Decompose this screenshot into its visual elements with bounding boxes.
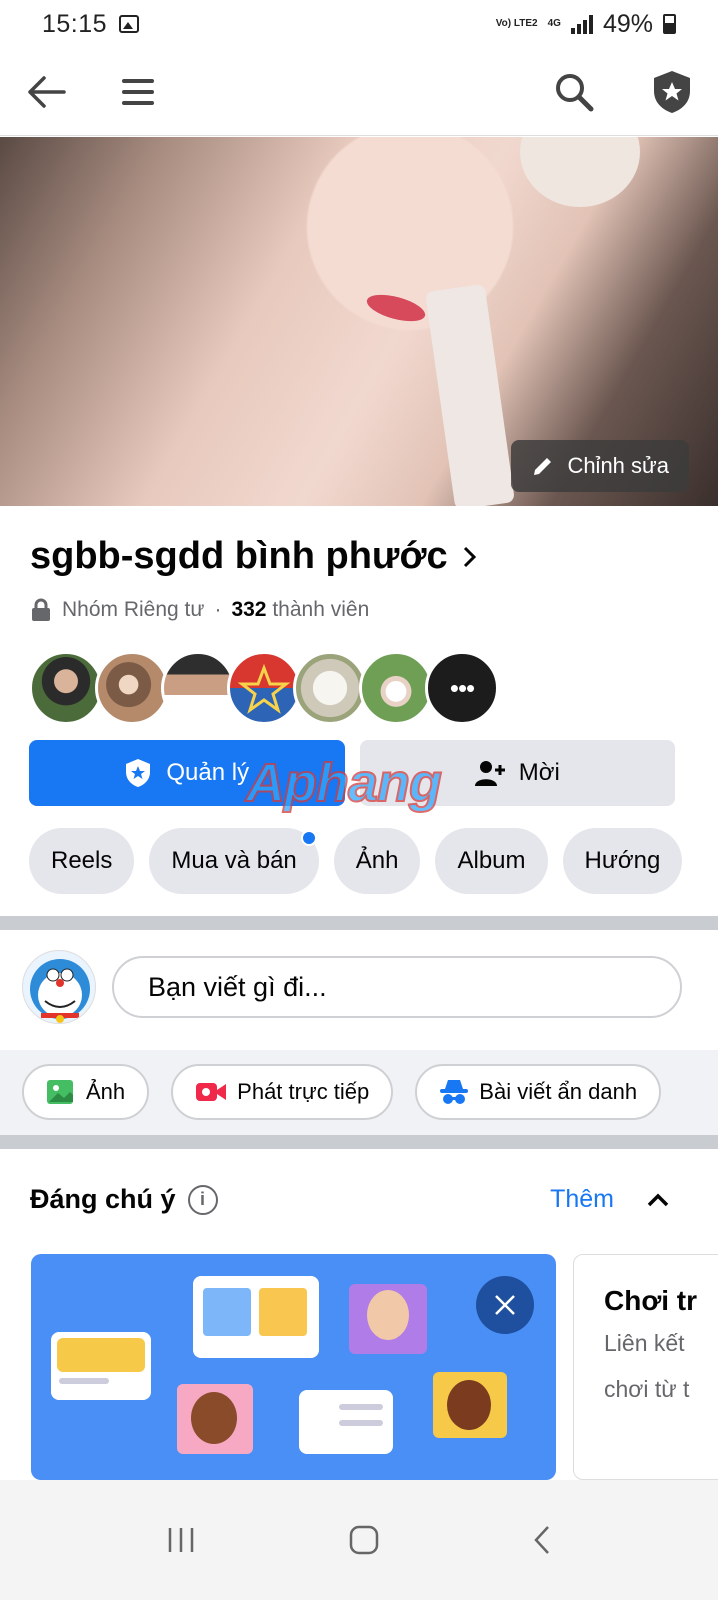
post-composer: Bạn viết gì đi... <box>22 950 682 1024</box>
image-notification-icon <box>119 15 140 33</box>
member-avatar <box>29 651 103 725</box>
home-icon[interactable] <box>348 1524 380 1556</box>
section-divider <box>0 1135 718 1149</box>
status-bar: 15:15 Vo) LTE2 4G 49% <box>0 0 718 48</box>
search-icon[interactable] <box>552 70 596 114</box>
illustration-face <box>349 1284 427 1354</box>
side-card-line1: Liên kết <box>604 1330 685 1356</box>
status-right: Vo) LTE2 4G 49% <box>496 10 676 39</box>
edit-cover-button[interactable]: Chỉnh sửa <box>511 440 689 492</box>
system-nav-bar <box>0 1480 718 1600</box>
manage-label: Quản lý <box>166 759 250 786</box>
featured-card-secondary[interactable]: Chơi tr Liên kết chơi từ t <box>573 1254 718 1480</box>
top-navigation <box>0 48 718 136</box>
add-person-icon <box>474 761 505 786</box>
signal-icon <box>570 14 593 34</box>
battery-icon <box>663 14 676 34</box>
featured-header: Đáng chú ý i Thêm <box>30 1184 670 1215</box>
post-action-bar: Ảnh Phát trực tiếp Bài viết ẩn danh <box>0 1050 718 1135</box>
section-divider <box>0 916 718 930</box>
photo-post-button[interactable]: Ảnh <box>22 1064 150 1120</box>
side-card-line2: chơi từ t <box>604 1376 690 1402</box>
network-type: 4G <box>547 18 561 29</box>
illustration-card <box>193 1276 319 1358</box>
status-time: 15:15 <box>42 9 108 38</box>
photo-icon <box>47 1080 73 1104</box>
anonymous-post-button[interactable]: Bài viết ẩn danh <box>415 1064 662 1120</box>
featured-title: Đáng chú ý <box>30 1184 176 1214</box>
featured-card[interactable] <box>31 1254 556 1480</box>
admin-shield-icon[interactable] <box>650 70 694 114</box>
privacy-label: Nhóm Riêng tư <box>62 598 205 621</box>
tab-guide[interactable]: Hướng <box>562 828 683 894</box>
member-avatars[interactable]: ••• <box>29 651 499 725</box>
lock-icon <box>32 598 50 621</box>
live-video-button[interactable]: Phát trực tiếp <box>171 1064 394 1120</box>
tab-album[interactable]: Album <box>435 828 548 894</box>
illustration-face <box>433 1372 507 1438</box>
member-avatar <box>293 651 367 725</box>
pencil-icon <box>534 458 552 475</box>
more-members-icon[interactable]: ••• <box>425 651 499 725</box>
battery-percent: 49% <box>602 9 653 38</box>
group-cover-photo[interactable]: Chỉnh sửa <box>0 137 718 506</box>
illustration-card <box>51 1332 151 1400</box>
composer-input[interactable]: Bạn viết gì đi... <box>112 956 682 1018</box>
member-avatar <box>359 651 433 725</box>
group-title[interactable]: sgbb-sgdd bình phước <box>30 535 478 578</box>
network-indicator: Vo) LTE2 <box>495 18 538 29</box>
menu-icon[interactable] <box>116 70 160 114</box>
invite-label: Mời <box>518 759 560 786</box>
shield-icon <box>126 759 151 787</box>
member-count[interactable]: 332 thành viên <box>231 598 369 622</box>
chevron-up-icon[interactable] <box>646 1192 670 1208</box>
tab-reels[interactable]: Reels <box>29 828 135 894</box>
member-avatar <box>95 651 169 725</box>
illustration-card <box>299 1390 393 1454</box>
group-meta: Nhóm Riêng tư · 332 thành viên <box>30 598 369 622</box>
meta-separator: · <box>214 598 222 621</box>
group-tabs: Reels Mua và bán Ảnh Album Hướng <box>29 828 683 894</box>
watermark-logo: Aphang <box>245 752 443 814</box>
edit-cover-label: Chỉnh sửa <box>567 453 669 478</box>
recent-apps-icon[interactable] <box>166 1525 196 1555</box>
back-arrow-icon[interactable] <box>24 70 68 114</box>
system-back-icon[interactable] <box>532 1524 552 1556</box>
close-icon[interactable] <box>476 1276 534 1334</box>
anonymous-icon <box>440 1080 469 1104</box>
info-icon[interactable]: i <box>187 1184 218 1215</box>
tab-photos[interactable]: Ảnh <box>333 828 421 894</box>
member-avatar <box>227 651 301 725</box>
avatar[interactable] <box>22 950 96 1024</box>
new-indicator-dot <box>300 830 317 846</box>
group-name: sgbb-sgdd bình phước <box>30 535 448 577</box>
side-card-title: Chơi tr <box>604 1285 698 1316</box>
chevron-right-icon <box>463 546 476 567</box>
member-avatar <box>161 651 235 725</box>
illustration-face <box>177 1384 253 1454</box>
featured-more-link[interactable]: Thêm <box>550 1185 614 1214</box>
video-camera-icon <box>196 1083 227 1101</box>
tab-buy-sell[interactable]: Mua và bán <box>149 828 319 894</box>
